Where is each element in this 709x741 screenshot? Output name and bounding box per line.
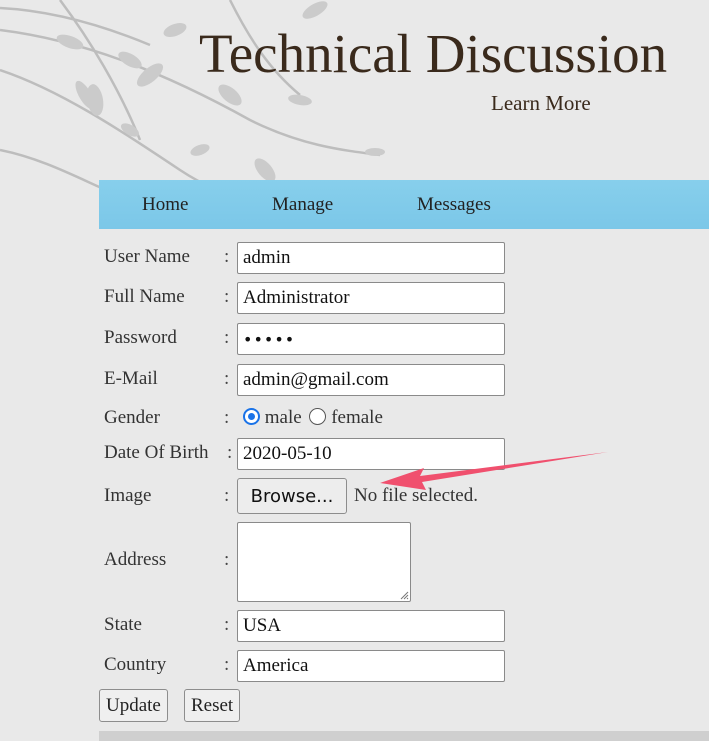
nav-item-home[interactable]: Home <box>142 180 188 229</box>
address-row: Address : <box>99 522 709 602</box>
resize-grip-icon[interactable] <box>399 590 409 600</box>
colon: : <box>224 614 230 635</box>
dob-label: Date Of Birth <box>104 442 209 463</box>
browse-button[interactable]: Browse... <box>237 478 347 514</box>
email-row: E-Mail : <box>99 364 709 396</box>
gender-label: Gender <box>104 407 160 428</box>
full-name-label: Full Name <box>104 286 185 307</box>
user-name-row: User Name : <box>99 242 709 274</box>
gender-male-radio[interactable] <box>243 408 260 425</box>
footer-bar <box>99 731 709 741</box>
gender-male-label[interactable]: male <box>265 407 302 428</box>
full-name-input[interactable] <box>237 282 505 314</box>
dob-input[interactable] <box>237 438 505 470</box>
password-row: Password : <box>99 323 709 355</box>
state-input[interactable] <box>237 610 505 642</box>
full-name-row: Full Name : <box>99 282 709 314</box>
user-name-input[interactable] <box>237 242 505 274</box>
address-label: Address <box>104 549 167 570</box>
country-label: Country <box>104 654 167 675</box>
nav-item-messages[interactable]: Messages <box>417 180 491 229</box>
colon: : <box>224 485 230 506</box>
gender-female-label[interactable]: female <box>331 407 383 428</box>
colon: : <box>224 327 230 348</box>
colon: : <box>224 286 230 307</box>
image-row: Image : Browse... No file selected. <box>99 478 709 514</box>
main-navbar: Home Manage Messages <box>99 180 709 229</box>
address-textarea[interactable] <box>237 522 411 602</box>
colon: : <box>224 549 230 570</box>
country-row: Country : <box>99 650 709 682</box>
image-label: Image <box>104 485 152 506</box>
email-input[interactable] <box>237 364 505 396</box>
colon: : <box>224 246 230 267</box>
gender-options: male female <box>243 407 383 429</box>
reset-button[interactable]: Reset <box>184 689 241 722</box>
password-label: Password <box>104 327 177 348</box>
gender-row: Gender : male female <box>99 404 709 432</box>
country-input[interactable] <box>237 650 505 682</box>
update-button[interactable]: Update <box>99 689 168 722</box>
colon: : <box>224 368 230 389</box>
colon: : <box>224 654 230 675</box>
file-status-text: No file selected. <box>354 485 478 506</box>
colon: : <box>227 442 233 463</box>
colon: : <box>224 407 230 428</box>
user-name-label: User Name <box>104 246 190 267</box>
password-input[interactable] <box>237 323 505 355</box>
dob-row: Date Of Birth : <box>99 438 709 470</box>
email-label: E-Mail <box>104 368 158 389</box>
site-title: Technical Discussion <box>199 23 668 84</box>
gender-female-radio[interactable] <box>309 408 327 425</box>
state-label: State <box>104 614 142 635</box>
nav-item-manage[interactable]: Manage <box>272 180 333 229</box>
learn-more-link[interactable]: Learn More <box>491 90 591 116</box>
state-row: State : <box>99 610 709 642</box>
